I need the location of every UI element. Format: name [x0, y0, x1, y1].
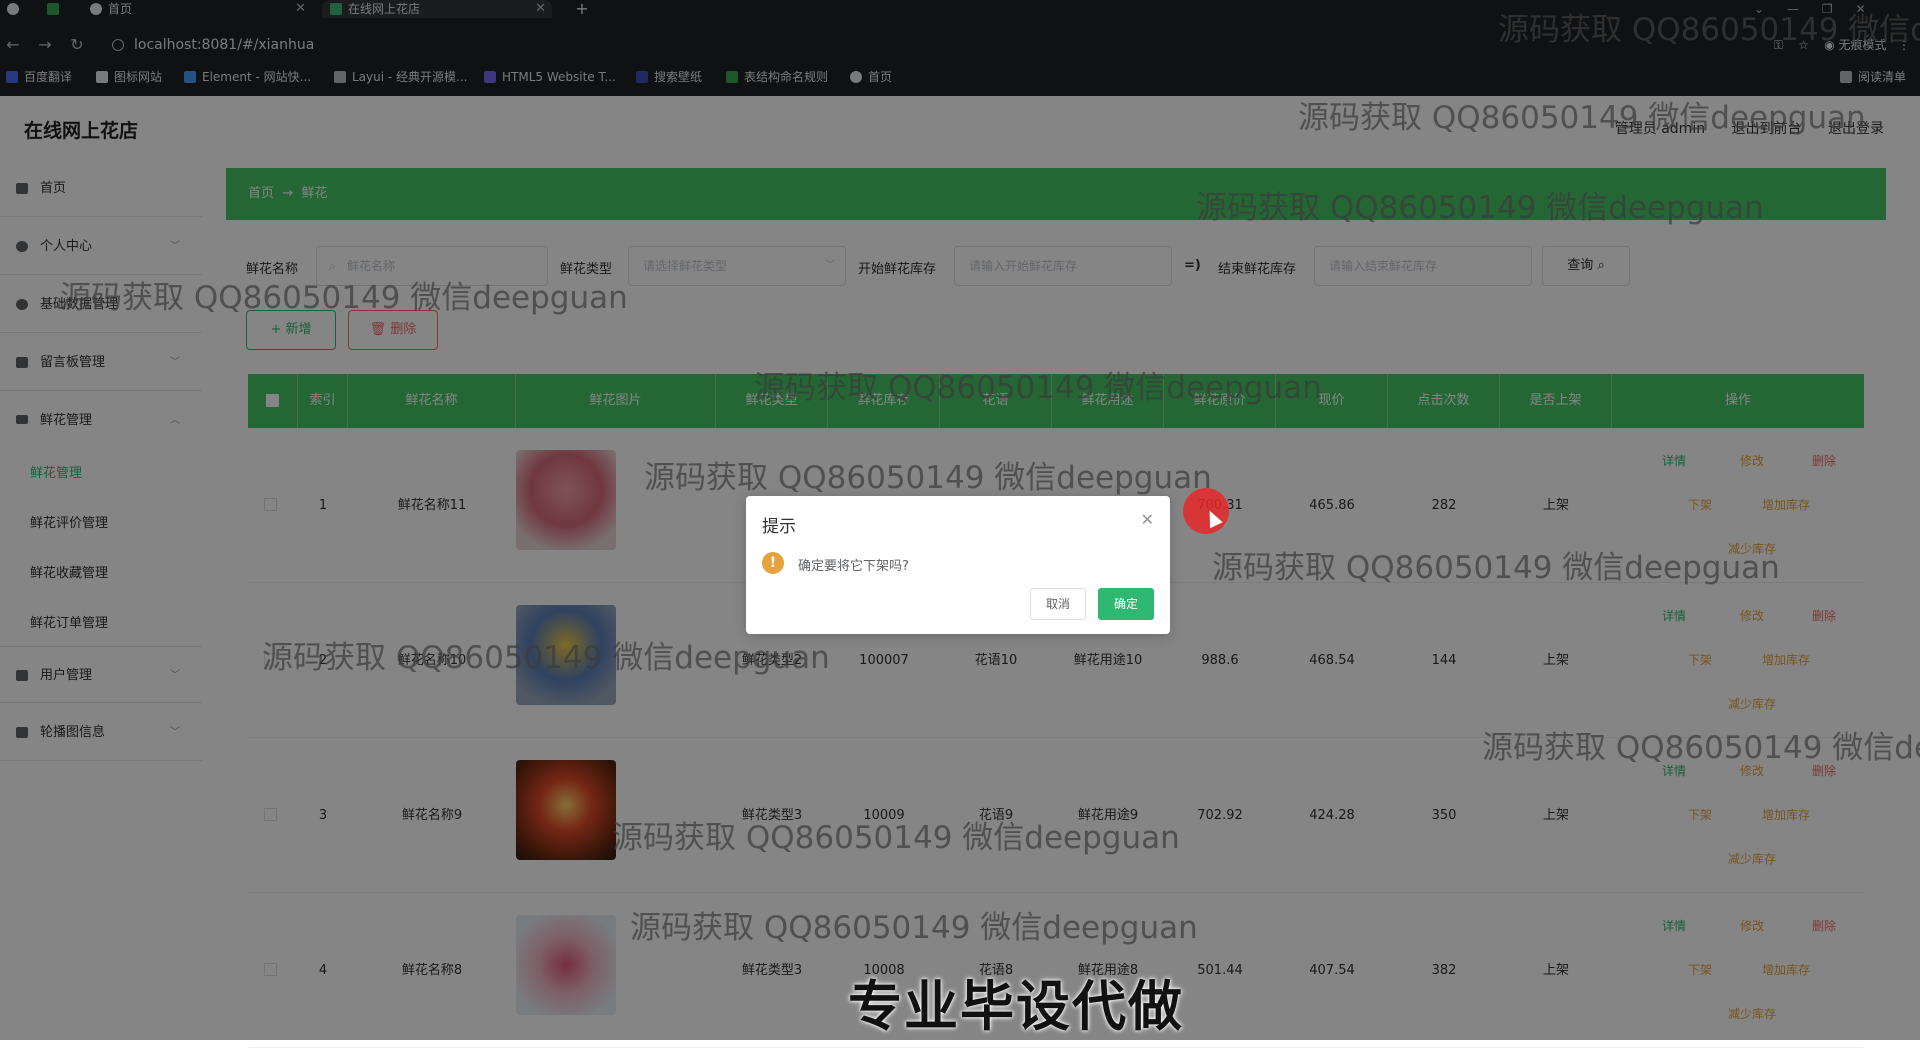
confirm-button[interactable]: 确定	[1098, 588, 1154, 620]
cancel-button[interactable]: 取消	[1030, 588, 1086, 620]
video-caption: 专业毕设代做	[848, 975, 1184, 1038]
watermark: 源码获取 QQ86050149 微信deepguan	[1212, 550, 1780, 586]
watermark: 源码获取 QQ86050149 微信deepguan	[1298, 100, 1866, 136]
watermark: 源码获取 QQ86050149 微信deepguan	[1196, 190, 1764, 226]
watermark: 源码获取 QQ86050149 微信deepguan	[60, 280, 628, 316]
dialog-title: 提示	[762, 517, 796, 537]
watermark: 源码获取 QQ86050149 微信deepguan	[612, 820, 1180, 856]
watermark: 源码获取 QQ86050149 微信deepguan	[1482, 730, 1920, 766]
dialog-message: 确定要将它下架吗?	[798, 559, 909, 574]
watermark: 源码获取 QQ86050149 微信deepguan	[754, 370, 1322, 406]
watermark: 源码获取 QQ86050149 微信deepguan	[644, 460, 1212, 496]
close-icon[interactable]: ✕	[1141, 510, 1154, 529]
watermark: 源码获取 QQ86050149 微信deepguan	[630, 910, 1198, 946]
watermark: 源码获取 QQ86050149 微信deepguan	[1498, 12, 1920, 48]
confirm-dialog: 提示 ✕ ! 确定要将它下架吗? 取消 确定	[746, 496, 1170, 634]
watermark: 源码获取 QQ86050149 微信deepguan	[262, 640, 830, 676]
warning-icon: !	[762, 552, 784, 574]
